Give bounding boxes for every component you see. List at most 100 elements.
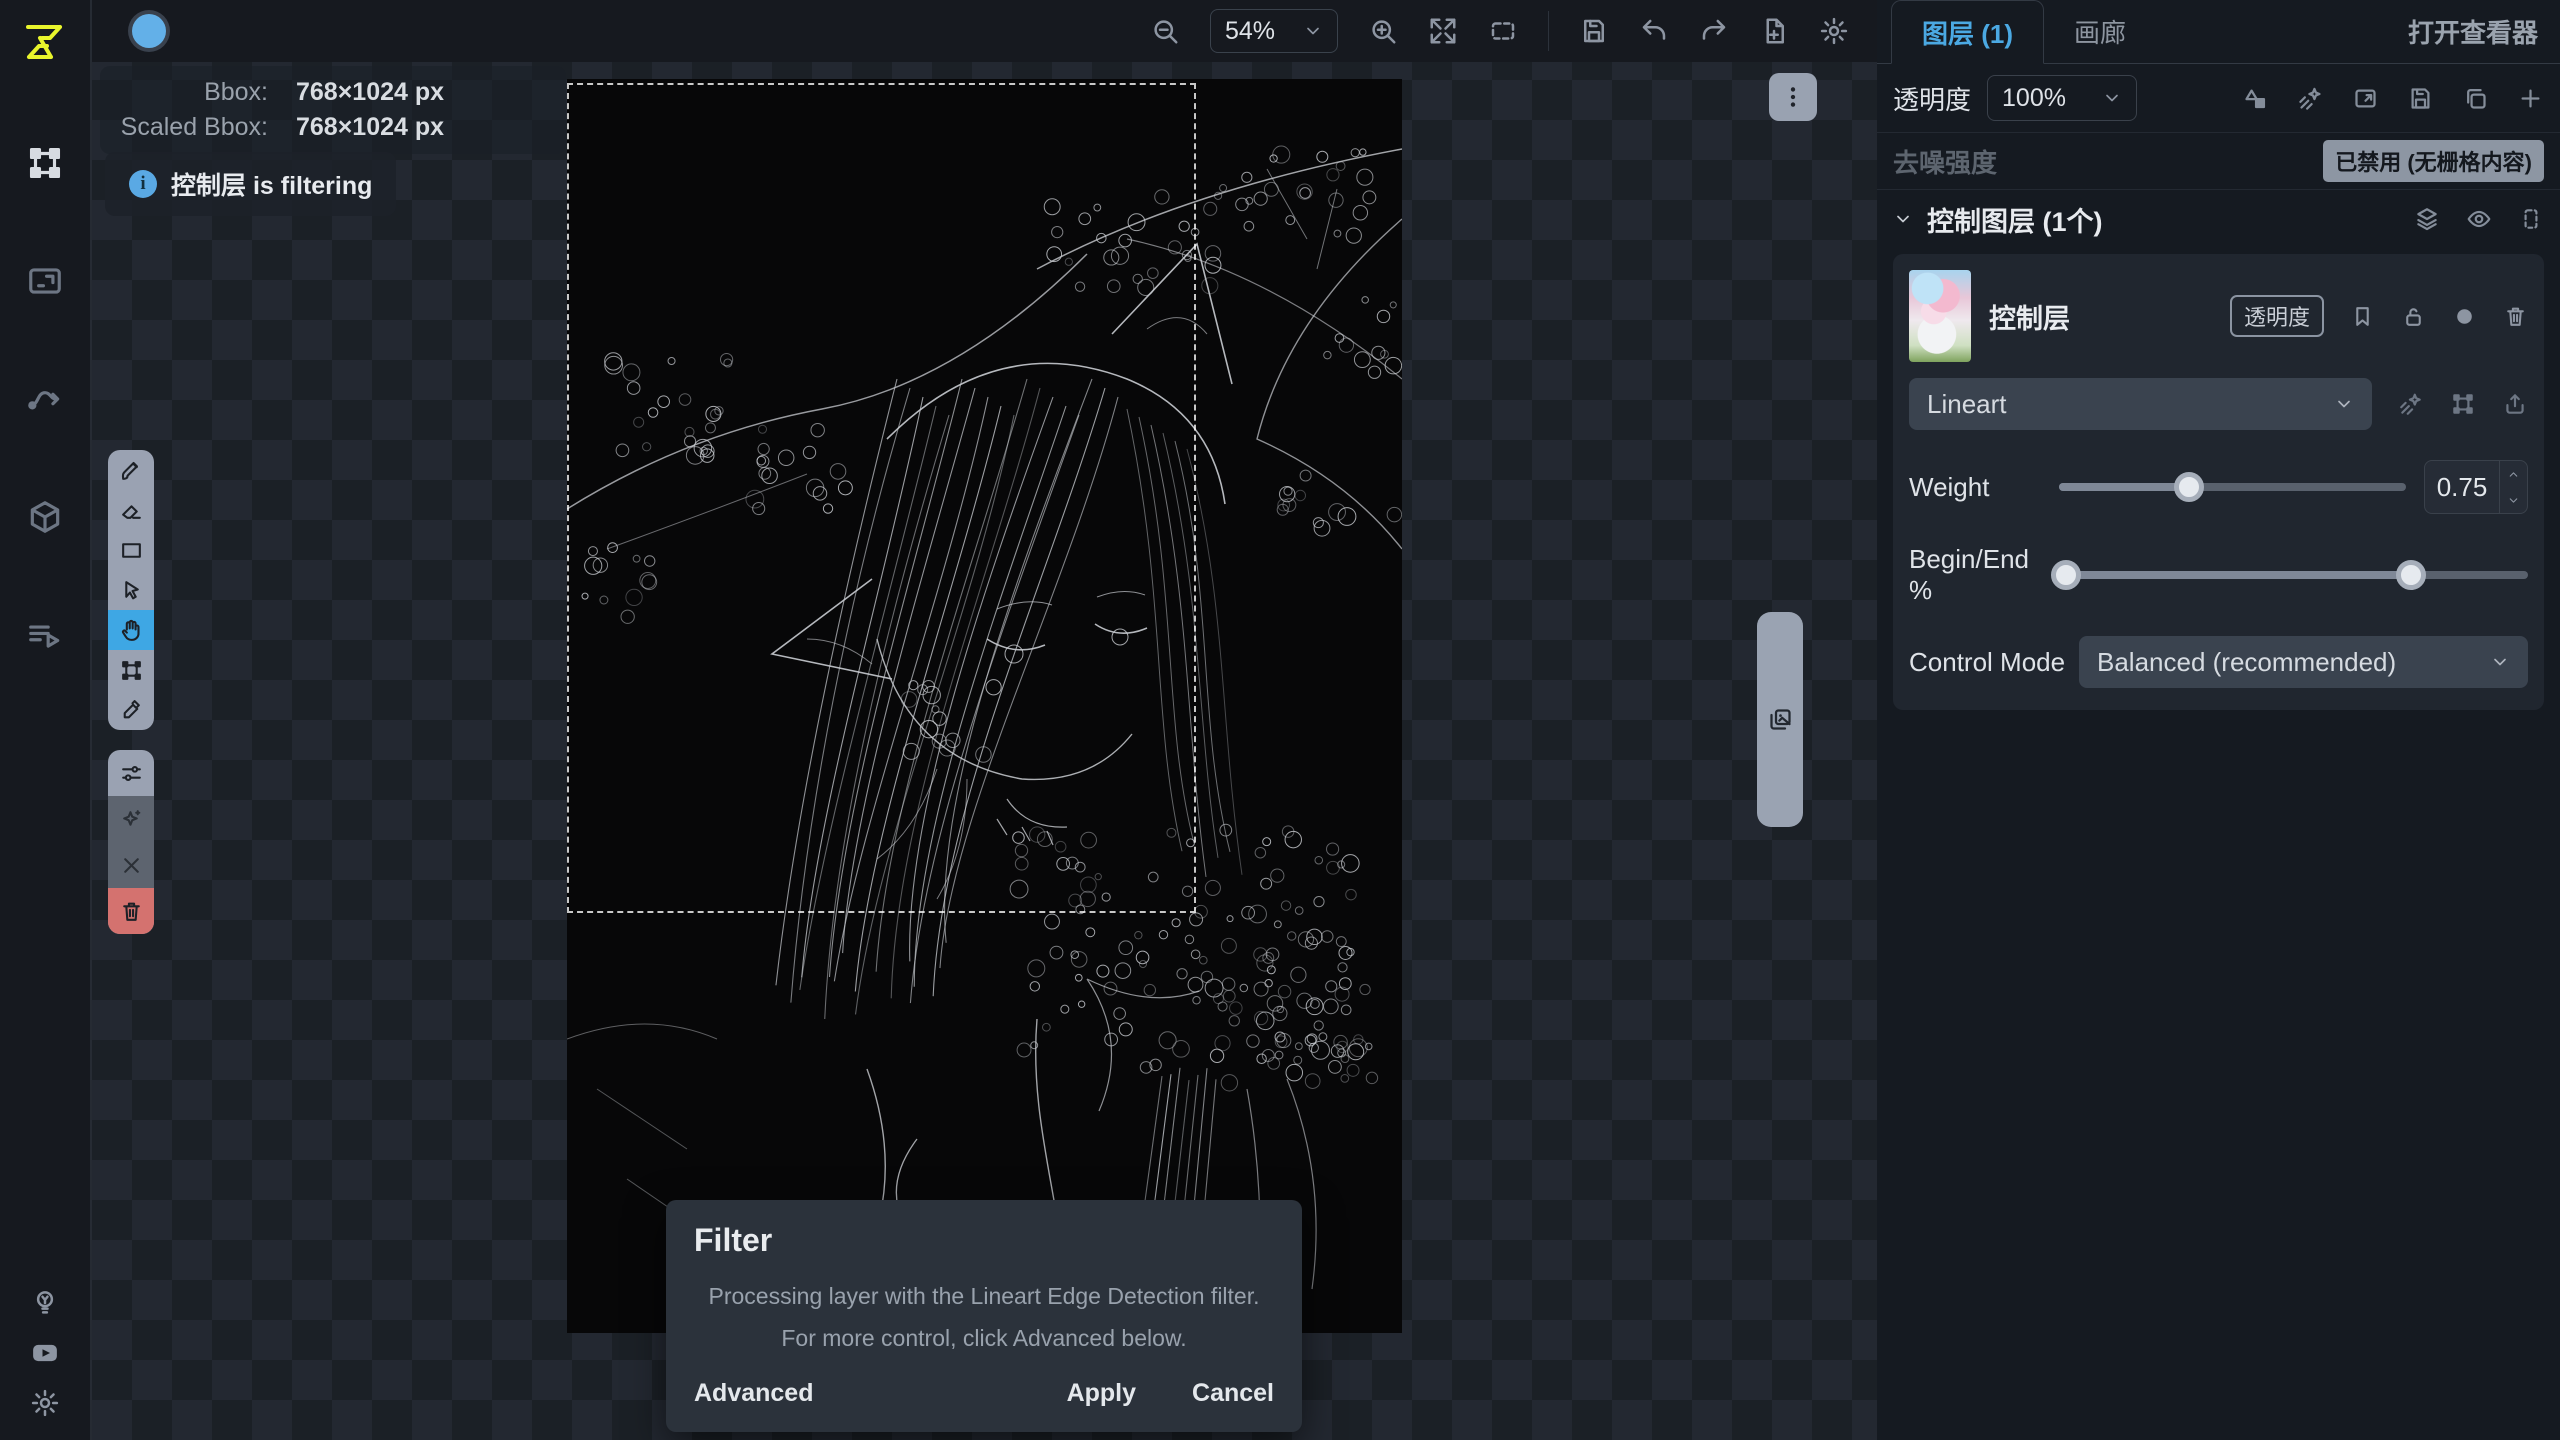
delete-layer-button[interactable] — [108, 888, 154, 934]
filter-dialog-footer: Advanced Apply Cancel — [694, 1379, 1274, 1408]
zoom-out-button[interactable] — [1150, 16, 1180, 46]
zoom-in-button[interactable] — [1368, 16, 1398, 46]
gallery-panel-handle[interactable] — [1757, 612, 1803, 827]
weight-number-input[interactable]: 0.75 — [2424, 460, 2528, 514]
tab-gallery[interactable]: 画廊 — [2044, 0, 2156, 63]
opacity-label: 透明度 — [1893, 80, 1971, 117]
chevron-down-icon — [1303, 21, 1323, 41]
filter-action-button[interactable] — [108, 750, 154, 796]
zoom-level-value: 54% — [1225, 17, 1275, 46]
begin-handle[interactable] — [2051, 560, 2081, 590]
tab-layers[interactable]: 图层 (1) — [1891, 0, 2044, 64]
fit-bbox-button[interactable] — [1488, 16, 1518, 46]
canvas-menu-button[interactable] — [1769, 73, 1817, 121]
merge-shapes-button[interactable] — [2242, 85, 2269, 112]
redo-button[interactable] — [1699, 16, 1729, 46]
weight-value: 0.75 — [2425, 461, 2499, 513]
step-down-button[interactable] — [2500, 487, 2527, 513]
filter-select-row: Lineart — [1909, 378, 2528, 430]
advanced-button[interactable]: Advanced — [694, 1379, 813, 1408]
control-filter-value: Lineart — [1927, 389, 2007, 420]
control-mode-value: Balanced (recommended) — [2097, 647, 2396, 678]
transform-bbox-button[interactable] — [2450, 391, 2476, 417]
toolbar-divider — [1548, 11, 1549, 51]
left-nav-rail — [0, 0, 92, 1440]
open-viewer-button[interactable]: 打开查看器 — [2400, 0, 2546, 63]
bookmark-button[interactable] — [2350, 304, 2375, 329]
pan-hand-tool[interactable] — [108, 610, 154, 650]
control-mode-row: Control Mode Balanced (recommended) — [1909, 636, 2528, 688]
begin-end-row: Begin/End % — [1909, 544, 2528, 606]
canvas-settings-button[interactable] — [1819, 16, 1849, 46]
control-filter-select[interactable]: Lineart — [1909, 378, 2372, 430]
new-canvas-button[interactable] — [1759, 16, 1789, 46]
tab-layers-label: 图层 (1) — [1922, 14, 2013, 51]
filter-star-button[interactable] — [2297, 85, 2324, 112]
undo-button[interactable] — [1639, 16, 1669, 46]
cancel-button[interactable]: Cancel — [1192, 1379, 1274, 1408]
nav-tab-canvas[interactable] — [26, 144, 64, 182]
visibility-eye-button[interactable] — [2466, 206, 2492, 232]
add-layer-button[interactable] — [2517, 85, 2544, 112]
layers-icon-button[interactable] — [2414, 206, 2440, 232]
lightbulb-icon — [30, 1288, 60, 1318]
layer-card[interactable]: 控制层 透明度 Lineart — [1893, 254, 2544, 710]
eraser-tool[interactable] — [108, 490, 154, 530]
select-tool[interactable] — [108, 570, 154, 610]
generation-bbox[interactable] — [567, 83, 1196, 913]
layer-actions-strip — [2242, 85, 2544, 112]
layer-thumbnail[interactable] — [1909, 270, 1971, 362]
frame-icon-button[interactable] — [2518, 206, 2544, 232]
zoom-level-select[interactable]: 54% — [1210, 9, 1338, 53]
color-picker-tool[interactable] — [108, 690, 154, 730]
star-filter-button[interactable] — [2398, 391, 2424, 417]
section-icons — [2414, 206, 2544, 232]
tab-gallery-label: 画廊 — [2074, 13, 2126, 50]
filter-dialog-line1: Processing layer with the Lineart Edge D… — [694, 1275, 1274, 1317]
nav-tab-queue[interactable] — [26, 616, 64, 654]
lock-button[interactable] — [2401, 304, 2426, 329]
layer-name: 控制层 — [1989, 297, 2070, 336]
save-canvas-button[interactable] — [1579, 16, 1609, 46]
support-button[interactable] — [30, 1288, 60, 1318]
delete-layer-button[interactable] — [2503, 304, 2528, 329]
begin-end-slider[interactable] — [2059, 560, 2528, 590]
canvas-area[interactable]: 54% Bbox: 768×1024 px Scaled Bbox: 768×1… — [92, 0, 1877, 1440]
control-layers-header[interactable]: 控制图层 (1个) — [1877, 190, 2560, 248]
nav-tab-models[interactable] — [26, 498, 64, 536]
ellipsis-icon — [1780, 84, 1806, 110]
settings-button[interactable] — [30, 1388, 60, 1418]
transform-tool[interactable] — [108, 650, 154, 690]
weight-slider[interactable] — [2059, 472, 2406, 502]
cancel-action-button[interactable] — [108, 842, 154, 888]
save-layer-button[interactable] — [2407, 85, 2434, 112]
youtube-button[interactable] — [30, 1338, 60, 1368]
layer-filtering-badge: i 控制层 is filtering — [105, 152, 396, 216]
nav-tab-workflows[interactable] — [26, 380, 64, 418]
filter-dialog: Filter Processing layer with the Lineart… — [666, 1200, 1302, 1432]
fit-frame-button[interactable] — [2352, 85, 2379, 112]
layer-opacity-badge[interactable]: 透明度 — [2230, 295, 2324, 337]
rectangle-tool[interactable] — [108, 530, 154, 570]
status-indicator — [132, 14, 166, 48]
weight-slider-handle[interactable] — [2174, 472, 2204, 502]
sparkle-action-button[interactable] — [108, 796, 154, 842]
control-mode-select[interactable]: Balanced (recommended) — [2079, 636, 2528, 688]
brush-tool[interactable] — [108, 450, 154, 490]
end-handle[interactable] — [2396, 560, 2426, 590]
upload-button[interactable] — [2502, 391, 2528, 417]
step-up-button[interactable] — [2500, 461, 2527, 487]
duplicate-layer-button[interactable] — [2462, 85, 2489, 112]
slider-fill — [2059, 483, 2189, 491]
info-icon: i — [129, 170, 157, 198]
weight-label: Weight — [1909, 472, 2059, 503]
chevron-down-icon — [2490, 652, 2510, 672]
opacity-select[interactable]: 100% — [1987, 75, 2137, 121]
denoise-label: 去噪强度 — [1893, 143, 1997, 180]
fit-to-view-button[interactable] — [1428, 16, 1458, 46]
nav-tab-upscaling[interactable] — [26, 262, 64, 300]
apply-button[interactable]: Apply — [1067, 1379, 1136, 1408]
action-group — [108, 750, 154, 934]
layer-enabled-dot[interactable] — [2452, 304, 2477, 329]
denoise-row: 去噪强度 已禁用 (无栅格内容) — [1877, 133, 2560, 189]
